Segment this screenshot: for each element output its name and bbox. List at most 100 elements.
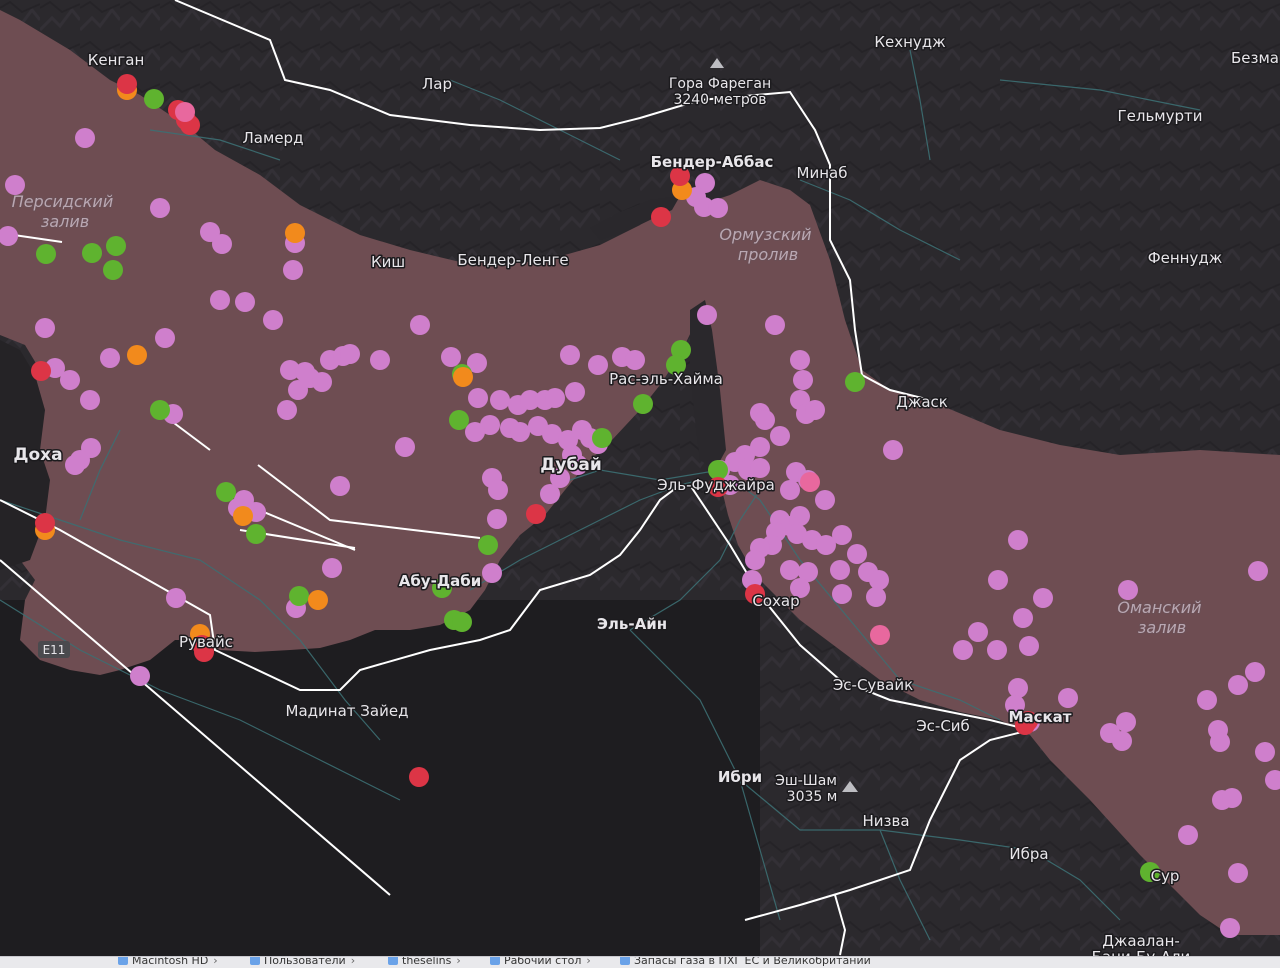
city-lar[interactable]: Лар: [421, 74, 454, 95]
pink-marker[interactable]: [847, 544, 867, 564]
pink-marker[interactable]: [866, 587, 886, 607]
city-kish[interactable]: Киш: [369, 252, 406, 273]
city-ibri[interactable]: Ибри: [716, 767, 763, 788]
green-marker[interactable]: [144, 89, 164, 109]
pink-marker[interactable]: [540, 484, 560, 504]
orange-marker[interactable]: [285, 223, 305, 243]
pink-marker[interactable]: [35, 318, 55, 338]
orange-marker[interactable]: [453, 367, 473, 387]
path-crumb[interactable]: Macintosh HD ›: [118, 957, 218, 967]
pink-marker[interactable]: [441, 347, 461, 367]
pink-marker[interactable]: [263, 310, 283, 330]
pink-marker[interactable]: [1178, 825, 1198, 845]
city-bezma[interactable]: Безма: [1229, 48, 1280, 69]
city-al-ain[interactable]: Эль-Айн: [595, 614, 668, 635]
red-marker[interactable]: [526, 504, 546, 524]
pink-marker[interactable]: [1058, 688, 1078, 708]
orange-marker[interactable]: [127, 345, 147, 365]
pink-marker[interactable]: [780, 480, 800, 500]
pink-marker[interactable]: [1008, 530, 1028, 550]
pink-marker[interactable]: [370, 350, 390, 370]
path-crumb[interactable]: Пользователи ›: [250, 957, 355, 967]
green-marker[interactable]: [36, 244, 56, 264]
pink-marker[interactable]: [1008, 678, 1028, 698]
city-kengan[interactable]: Кенган: [86, 50, 146, 71]
pink-marker[interactable]: [340, 344, 360, 364]
green-marker[interactable]: [150, 400, 170, 420]
pink-marker[interactable]: [212, 234, 232, 254]
pink-marker[interactable]: [832, 525, 852, 545]
pink-marker[interactable]: [312, 372, 332, 392]
pink-marker[interactable]: [790, 350, 810, 370]
green-marker[interactable]: [845, 372, 865, 392]
pink-marker[interactable]: [1228, 863, 1248, 883]
pink-marker[interactable]: [1255, 742, 1275, 762]
green-marker[interactable]: [478, 535, 498, 555]
pink-marker[interactable]: [465, 422, 485, 442]
pink-marker[interactable]: [545, 388, 565, 408]
pink-marker[interactable]: [830, 560, 850, 580]
green-marker[interactable]: [633, 394, 653, 414]
green-marker[interactable]: [246, 524, 266, 544]
pink-marker[interactable]: [1228, 675, 1248, 695]
pink-marker[interactable]: [565, 382, 585, 402]
pink-marker[interactable]: [490, 390, 510, 410]
city-bandar-abbas[interactable]: Бендер-Аббас: [649, 152, 775, 173]
pink-marker[interactable]: [708, 198, 728, 218]
pink-marker[interactable]: [988, 570, 1008, 590]
city-muscat[interactable]: Маскат: [1007, 707, 1073, 728]
city-kehnuj[interactable]: Кехнудж: [873, 32, 947, 53]
green-marker[interactable]: [449, 410, 469, 430]
pink-marker[interactable]: [410, 315, 430, 335]
pink-marker[interactable]: [625, 350, 645, 370]
pink-marker[interactable]: [130, 666, 150, 686]
green-marker[interactable]: [592, 428, 612, 448]
peak-fareghan[interactable]: Гора Фареган: [667, 75, 772, 94]
pink-marker[interactable]: [832, 584, 852, 604]
pink-marker[interactable]: [560, 345, 580, 365]
pink-marker[interactable]: [330, 476, 350, 496]
pink-marker[interactable]: [780, 560, 800, 580]
city-jask[interactable]: Джаск: [895, 392, 950, 413]
city-fujairah[interactable]: Эль-Фуджайра: [656, 475, 777, 496]
pink-marker[interactable]: [805, 400, 825, 420]
pink-marker[interactable]: [1248, 561, 1268, 581]
city-sur[interactable]: Сур: [1149, 866, 1181, 887]
pink-marker[interactable]: [883, 440, 903, 460]
green-marker[interactable]: [216, 482, 236, 502]
pink-marker[interactable]: [488, 480, 508, 500]
city-gelmurti[interactable]: Гельмурти: [1116, 106, 1204, 127]
city-ruwais[interactable]: Рувайс: [178, 632, 235, 653]
map-canvas[interactable]: Персидский залив Ормузский пролив Оманск…: [0, 0, 1280, 967]
green-marker[interactable]: [452, 612, 472, 632]
red-marker[interactable]: [31, 361, 51, 381]
pink-marker[interactable]: [510, 422, 530, 442]
pink-marker[interactable]: [1222, 788, 1242, 808]
pink-marker[interactable]: [869, 570, 889, 590]
city-sohar[interactable]: Сохар: [751, 591, 801, 612]
pink-marker[interactable]: [155, 328, 175, 348]
city-abu-dhabi[interactable]: Абу-Даби: [397, 571, 483, 592]
pink-marker[interactable]: [210, 290, 230, 310]
city-minab[interactable]: Минаб: [795, 163, 849, 184]
pink-marker[interactable]: [1033, 588, 1053, 608]
pink-marker[interactable]: [953, 640, 973, 660]
pink-marker[interactable]: [5, 175, 25, 195]
pink-marker[interactable]: [770, 426, 790, 446]
pink-marker[interactable]: [765, 315, 785, 335]
pink-marker[interactable]: [745, 550, 765, 570]
pink-marker[interactable]: [75, 128, 95, 148]
city-bandar-lengeh[interactable]: Бендер-Ленге: [456, 250, 570, 271]
green-marker[interactable]: [82, 243, 102, 263]
pink-marker[interactable]: [697, 305, 717, 325]
path-crumb[interactable]: theselins ›: [388, 957, 461, 967]
red-marker[interactable]: [117, 74, 137, 94]
path-crumb[interactable]: Рабочий стол ›: [490, 957, 591, 967]
pink-marker[interactable]: [1013, 608, 1033, 628]
pink-marker[interactable]: [1112, 731, 1132, 751]
pink-marker[interactable]: [750, 458, 770, 478]
green-marker[interactable]: [289, 586, 309, 606]
pink-marker[interactable]: [482, 563, 502, 583]
city-seeb[interactable]: Эс-Сиб: [915, 716, 972, 737]
green-marker[interactable]: [103, 260, 123, 280]
